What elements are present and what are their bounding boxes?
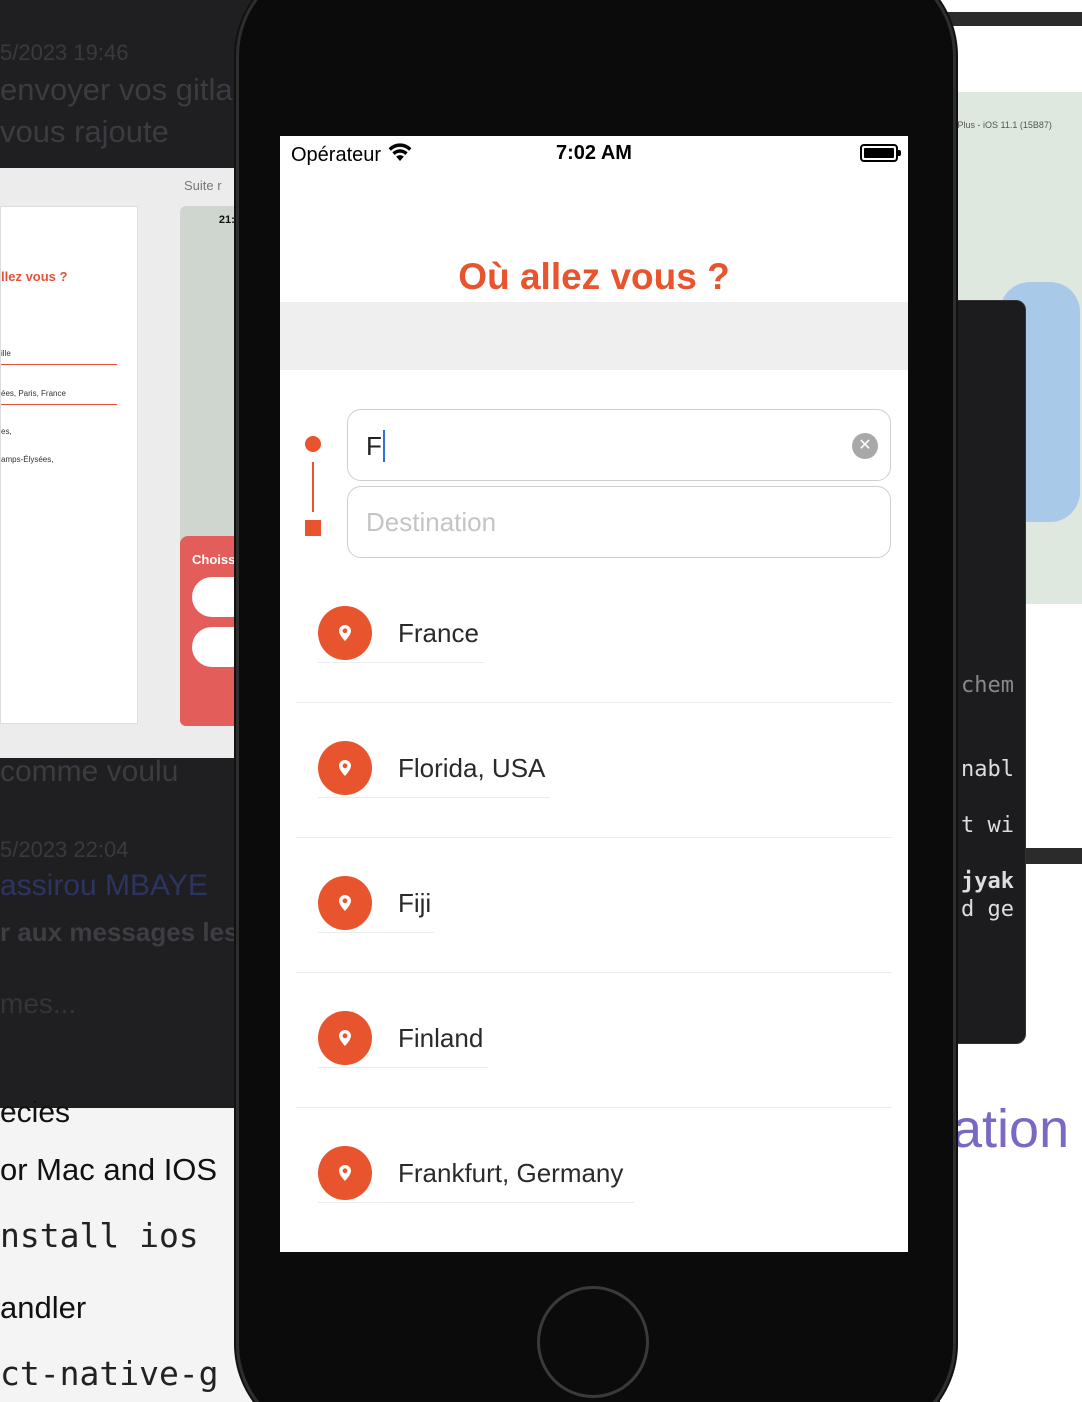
route-line: [312, 462, 314, 512]
bg-mockup-card: Suite r llez vous ? ille ées, Paris, Fra…: [0, 168, 260, 758]
bg-chat-timestamp: 5/2023 22:04: [0, 837, 129, 862]
bg-chat-top: 5/2023 19:46 envoyer vos gitlab vous raj…: [0, 40, 260, 150]
route-indicator: [302, 436, 324, 540]
map-pin-icon: [318, 876, 372, 930]
bg-docs-code: ct-native-g: [0, 1354, 219, 1393]
map-pin-icon: [318, 1011, 372, 1065]
bg-chat-message: vous rajoute: [0, 114, 169, 149]
suggestion-label: France: [398, 618, 479, 648]
bg-simulator-header: 3 Plus - iOS 11.1 (15B87): [950, 120, 1052, 130]
background-desktop-right: 3 Plus - iOS 11.1 (15B87) chem nabl t wi…: [940, 0, 1082, 1402]
bg-terminal-line: nabl: [961, 757, 1014, 782]
clear-circle-icon[interactable]: ✕: [852, 433, 878, 459]
bg-heading-fragment: ation: [952, 1099, 1070, 1159]
home-button[interactable]: [537, 1286, 649, 1398]
bg-chat-bottom: comme voulu 5/2023 22:04 assirou MBAYE r…: [0, 755, 260, 1020]
destination-square-icon: [305, 520, 321, 536]
bg-docs: ecies or Mac and IOS nstall ios andler c…: [0, 1096, 260, 1402]
page-title: Où allez vous ?: [458, 256, 730, 297]
suggestion-label: Frankfurt, Germany: [398, 1158, 624, 1188]
suggestion-label: Fiji: [398, 888, 432, 918]
map-pin-icon: [318, 1146, 372, 1200]
origin-input[interactable]: F ✕: [347, 409, 891, 481]
bg-window-bar: [1026, 848, 1082, 864]
bg-terminal-line: d ge: [961, 897, 1014, 922]
destination-input[interactable]: Destination: [347, 486, 891, 558]
suggestion-underline: [318, 1202, 634, 1203]
bg-window-bar: [940, 12, 1082, 26]
bg-chat-timestamp: 5/2023 19:46: [0, 40, 129, 65]
suggestion-underline: [318, 797, 550, 798]
status-bar: Opérateur 7:02 AM: [280, 136, 908, 172]
bg-mockup-paper: llez vous ? ille ées, Paris, France es, …: [0, 206, 138, 724]
bg-terminal-line: chem: [961, 673, 1014, 698]
origin-dot-icon: [305, 436, 321, 452]
bg-mockup-row: amps-Élysées,: [1, 455, 54, 464]
bg-mockup-row: ille: [1, 349, 117, 365]
bg-chat-message: envoyer vos gitlab: [0, 72, 250, 107]
suggestion-item[interactable]: Finland: [296, 973, 892, 1108]
suggestion-underline: [318, 1067, 488, 1068]
origin-input-value: F: [366, 430, 382, 461]
status-time: 7:02 AM: [556, 142, 632, 164]
suggestion-label: Florida, USA: [398, 753, 546, 783]
bg-chat-reply: r aux messages les p: [0, 917, 260, 947]
bg-mockup-suite: Suite r: [184, 178, 222, 193]
bg-mockup-title: llez vous ?: [1, 269, 68, 284]
bg-terminal-line: t wi: [961, 813, 1014, 838]
bg-mockup-row: ées, Paris, France: [1, 389, 117, 405]
bg-docs-line: ecies: [0, 1096, 71, 1129]
bg-chat-author: assirou MBAYE: [0, 869, 208, 902]
bg-mockup-row: es,: [1, 427, 12, 436]
destination-placeholder: Destination: [366, 507, 497, 537]
bg-docs-code: nstall ios: [0, 1216, 199, 1255]
header-separator: [280, 302, 908, 370]
suggestion-item[interactable]: Frankfurt, Germany: [296, 1108, 892, 1243]
suggestion-item[interactable]: Florida, USA: [296, 703, 892, 838]
text-caret: [382, 430, 385, 462]
suggestion-label: Finland: [398, 1023, 484, 1053]
bg-chat-message: comme voulu: [0, 755, 179, 788]
suggestion-underline: [318, 662, 484, 663]
bg-docs-line: or Mac and IOS: [0, 1152, 218, 1187]
suggestion-list: France Florida, USA Fiji Finland Frankfu…: [296, 568, 892, 1243]
suggestion-item[interactable]: France: [296, 568, 892, 703]
suggestion-underline: [318, 932, 434, 933]
map-pin-icon: [318, 741, 372, 795]
bg-terminal-line: jyak: [961, 869, 1014, 894]
suggestion-item[interactable]: Fiji: [296, 838, 892, 973]
bg-docs-line: andler: [0, 1290, 87, 1325]
app-screen: Opérateur 7:02 AM Où allez vous ? F ✕ De…: [280, 136, 908, 1252]
background-desktop-left: 5/2023 19:46 envoyer vos gitlab vous raj…: [0, 0, 260, 1402]
bg-chat-input: mes...: [0, 988, 77, 1019]
map-pin-icon: [318, 606, 372, 660]
battery-icon: [860, 144, 901, 162]
